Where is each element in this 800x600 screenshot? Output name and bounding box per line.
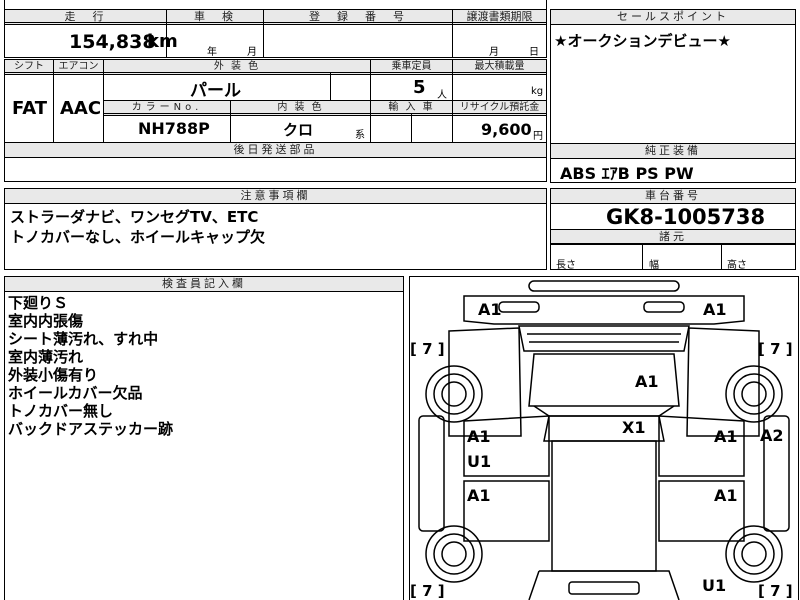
transfer-deadline-cell: 月 日 (452, 22, 547, 58)
damage-mark: A2 (760, 426, 784, 445)
inspector-line: シート薄汚れ、すれ中 (8, 330, 159, 348)
length-cell: 長さ (550, 243, 643, 271)
shift-value: FAT (12, 98, 48, 119)
exterior-color-extra-cell (330, 72, 371, 101)
damage-mark: [ 7 ] (410, 582, 445, 600)
capacity-cell: 5 人 (370, 72, 453, 101)
mileage-value: 154,838 (69, 31, 156, 53)
genuine-equipment-header: 純正装備 (550, 143, 796, 159)
damage-mark: A1 (478, 300, 502, 319)
inspector-line: トノカバー無し (8, 402, 114, 420)
chassis-value: GK8-1005738 (606, 205, 766, 229)
capacity-value: 5 (413, 77, 426, 98)
inspection-cell: 年 月 (166, 22, 264, 58)
damage-mark: U1 (467, 452, 492, 471)
transfer-day-label: 日 (529, 47, 539, 58)
interior-color-value: クロ (283, 121, 314, 139)
inspector-line: 外装小傷有り (8, 366, 99, 384)
color-no-cell: NH788P (103, 113, 231, 143)
exterior-color-value: パール (190, 81, 241, 101)
registration-cell (263, 22, 453, 58)
mileage-cell: 154,838 km (4, 22, 178, 58)
damage-mark: [ 7 ] (758, 340, 793, 358)
damage-mark: A1 (703, 300, 727, 319)
width-cell: 幅 (642, 243, 722, 271)
length-label: 長さ (556, 260, 576, 271)
inspection-year-label: 年 (207, 47, 217, 58)
inspection-month-label: 月 (247, 47, 257, 58)
damage-mark: [ 7 ] (758, 582, 793, 600)
chassis-header: 車台番号 (550, 188, 796, 204)
inspector-line: 室内内張傷 (8, 312, 84, 330)
later-parts-header: 後日発送部品 (4, 142, 547, 158)
inspector-line: 下廻りＳ (8, 294, 69, 312)
capacity-unit: 人 (437, 90, 447, 101)
sales-point-header: セールスポイント (550, 9, 796, 25)
sales-point-text: ★オークションデビュー★ (554, 32, 731, 50)
damage-mark: [ 7 ] (410, 340, 445, 358)
max-load-cell: kg (452, 72, 547, 101)
recycle-cell: 9,600 円 (452, 113, 547, 143)
damage-mark: A1 (467, 486, 491, 505)
notes-header: 注意事項欄 (4, 188, 547, 204)
transfer-month-label: 月 (489, 47, 499, 58)
inspector-line: 室内薄汚れ (8, 348, 84, 366)
inspector-line: バックドアステッカー跡 (8, 420, 174, 438)
damage-mark: A1 (635, 372, 659, 391)
width-label: 幅 (649, 260, 659, 271)
notes-line-1: ストラーダナビ、ワンセグTV、ETC (10, 208, 259, 226)
interior-color-cell: クロ 系 (230, 113, 371, 143)
inspector-lines: 下廻りＳ 室内内張傷 シート薄汚れ、すれ中 室内薄汚れ 外装小傷有り ホイールカ… (8, 294, 173, 438)
genuine-equipment-value: ABS ｴｱB PS PW (560, 164, 694, 183)
color-no-value: NH788P (138, 119, 210, 138)
max-load-unit: kg (531, 86, 544, 97)
damage-mark: A1 (714, 486, 738, 505)
interior-color-suffix: 系 (355, 130, 365, 141)
damage-mark: X1 (622, 418, 646, 437)
height-label: 高さ (727, 260, 747, 271)
damage-mark: A1 (714, 427, 738, 446)
import-cell-left (370, 113, 412, 143)
inspector-header: 検査員記入欄 (4, 276, 404, 292)
recycle-value: 9,600 (481, 120, 532, 139)
exterior-color-cell: パール (103, 72, 331, 101)
damage-mark: U1 (702, 576, 727, 595)
inspector-line: ホイールカバー欠品 (8, 384, 143, 402)
import-cell-right (411, 113, 453, 143)
notes-line-2: トノカバーなし、ホイールキャップ欠 (10, 228, 266, 246)
damage-mark: A1 (467, 427, 491, 446)
shift-cell: FAT (4, 72, 54, 143)
ac-cell: AAC (53, 72, 104, 143)
ac-value: AAC (60, 98, 102, 119)
recycle-unit: 円 (533, 131, 543, 142)
height-cell: 高さ (721, 243, 796, 271)
